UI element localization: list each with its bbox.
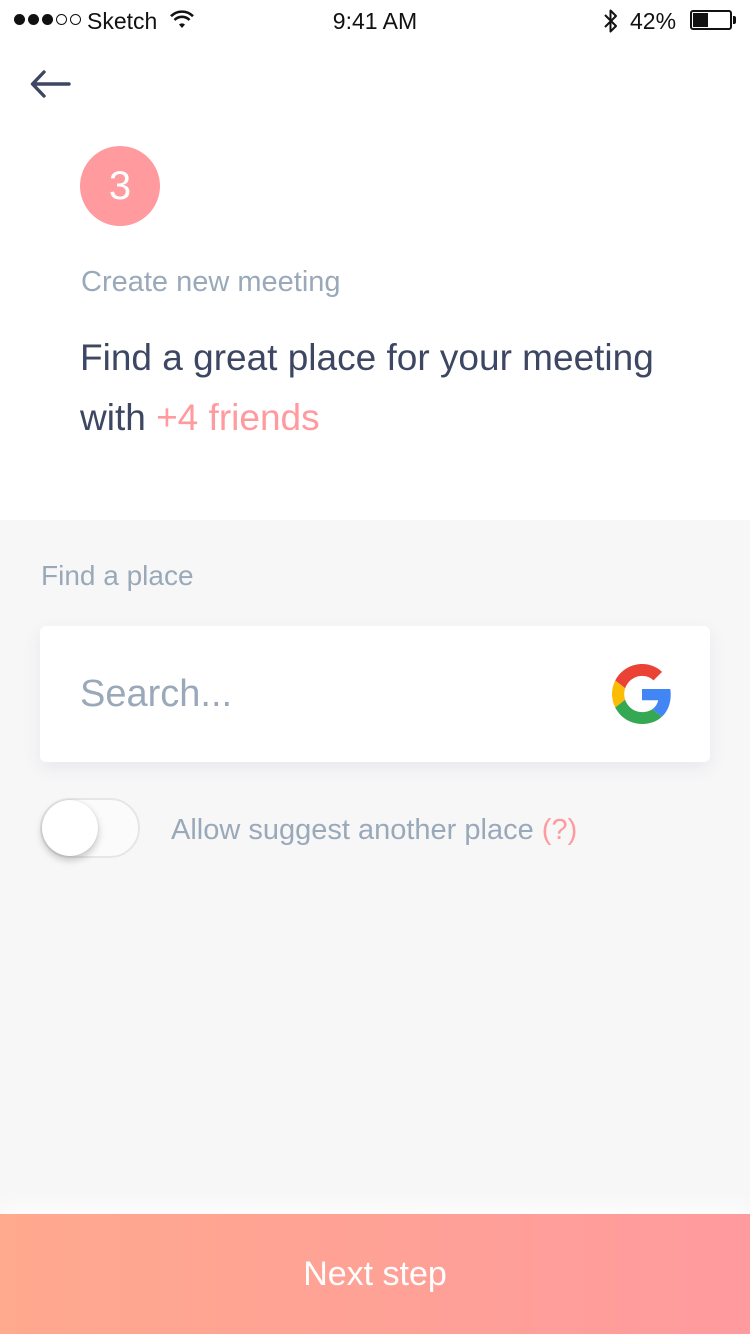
battery-percent: 42% [630,8,677,34]
page-subtitle: Create new meeting [81,266,341,298]
next-step-button[interactable]: Next step [0,1214,750,1334]
page-title: Find a great place for your meeting with… [80,328,680,448]
search-box[interactable] [40,626,710,762]
find-place-label: Find a place [41,560,194,591]
toggle-knob [42,800,98,856]
place-section [0,520,750,1214]
battery-icon [690,10,736,30]
search-input[interactable] [80,666,580,722]
arrow-left-icon [30,70,71,98]
status-bar: Sketch 9:41 AM 42% [0,0,750,40]
back-button[interactable] [26,62,74,106]
friends-count-link: +4 friends [156,397,320,438]
suggest-place-text: Allow suggest another place [171,814,534,846]
google-icon [612,664,671,724]
step-number-badge: 3 [80,146,160,226]
bluetooth-icon [604,9,617,33]
suggest-place-toggle[interactable] [40,798,140,858]
screen: Sketch 9:41 AM 42% 3 Create new meeting … [0,0,750,1334]
help-link[interactable]: (?) [542,814,577,846]
suggest-place-label: Allow suggest another place (?) [171,814,577,847]
